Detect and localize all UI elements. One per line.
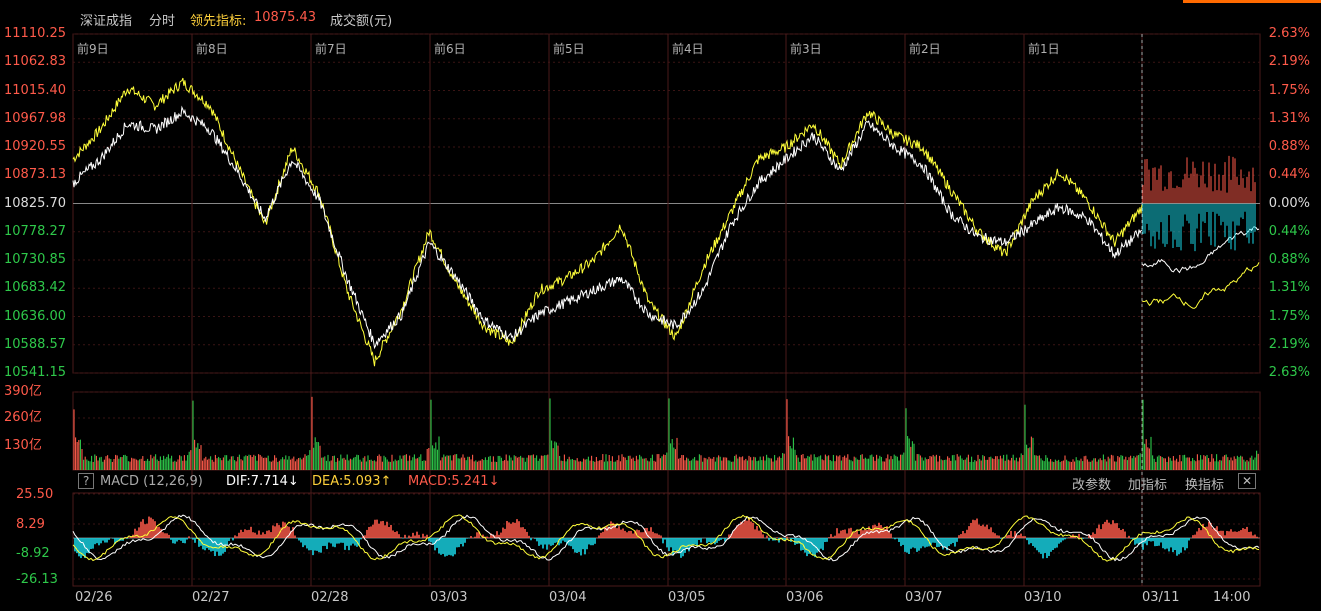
macd-tick-label: -26.13 — [16, 572, 58, 587]
price-tick-label: 10920.55 — [4, 139, 67, 154]
percent-tick-label: 0.44% — [1268, 223, 1310, 239]
day-label: 前8日 — [196, 42, 228, 56]
macd-title: MACD (12,26,9) — [100, 474, 203, 489]
date-tick-label: 14:00 — [1213, 590, 1251, 605]
percent-tick-label: 0.44% — [1268, 167, 1310, 183]
percent-tick-label: 0.00% — [1268, 195, 1310, 211]
volume-tick-label: 130亿 — [4, 438, 42, 453]
day-label: 前5日 — [553, 42, 585, 56]
switch-indicator-button[interactable]: 换指标 — [1185, 474, 1224, 493]
price-line-white — [72, 105, 1143, 350]
close-icon[interactable]: ✕ — [1238, 473, 1257, 489]
price-tick-label: 10967.98 — [4, 110, 67, 126]
date-tick-label: 02/26 — [75, 590, 113, 605]
price-tick-label: 10541.15 — [4, 365, 67, 380]
macd-tick-label: 8.29 — [16, 517, 45, 532]
intraday-chart[interactable] — [0, 0, 1321, 611]
change-params-button[interactable]: 改参数 — [1072, 474, 1111, 493]
day-label: 前4日 — [672, 42, 704, 56]
percent-tick-label: 2.63% — [1268, 26, 1310, 41]
percent-tick-label: 0.88% — [1268, 252, 1310, 267]
price-line-yellow — [72, 77, 1143, 367]
macd-dea: DEA:5.093↑ — [312, 474, 392, 489]
day-label: 前1日 — [1028, 42, 1060, 56]
date-tick-label: 03/11 — [1142, 590, 1180, 605]
price-tick-label: 10683.42 — [4, 280, 67, 296]
price-tick-label: 10778.27 — [4, 223, 67, 239]
macd-dif: DIF:7.714↓ — [226, 474, 299, 489]
date-tick-label: 03/05 — [668, 590, 706, 605]
date-tick-label: 02/27 — [192, 590, 230, 605]
price-tick-label: 10636.00 — [4, 308, 67, 324]
day-label: 前6日 — [434, 42, 466, 56]
percent-tick-label: 1.75% — [1268, 308, 1310, 324]
percent-tick-label: 1.31% — [1268, 110, 1310, 126]
percent-tick-label: 1.31% — [1268, 280, 1310, 296]
day-label: 前9日 — [77, 42, 109, 56]
macd-header: ? MACD (12,26,9) DIF:7.714↓ DEA:5.093↑ M… — [72, 471, 1260, 493]
add-indicator-button[interactable]: 加指标 — [1128, 474, 1167, 493]
macd-tick-label: 25.50 — [16, 487, 54, 502]
date-tick-label: 03/10 — [1024, 590, 1062, 605]
price-tick-label: 10825.70 — [4, 195, 67, 211]
percent-tick-label: 0.88% — [1268, 139, 1310, 154]
price-tick-label: 10873.13 — [4, 167, 67, 183]
day-label: 前7日 — [315, 42, 347, 56]
percent-tick-label: 2.63% — [1268, 365, 1310, 380]
date-tick-label: 03/07 — [905, 590, 943, 605]
price-tick-label: 10730.85 — [4, 252, 67, 267]
price-tick-label: 11062.83 — [4, 54, 67, 70]
price-tick-label: 11015.40 — [4, 82, 67, 98]
volume-tick-label: 390亿 — [4, 384, 42, 399]
date-tick-label: 02/28 — [311, 590, 349, 605]
macd-tick-label: -8.92 — [16, 546, 50, 561]
day-label: 前2日 — [909, 42, 941, 56]
percent-tick-label: 2.19% — [1268, 336, 1310, 352]
percent-tick-label: 1.75% — [1268, 82, 1310, 98]
help-button[interactable]: ? — [78, 473, 95, 489]
price-tick-label: 11110.25 — [4, 26, 67, 41]
percent-tick-label: 2.19% — [1268, 54, 1310, 70]
date-tick-label: 03/06 — [786, 590, 824, 605]
date-tick-label: 03/04 — [549, 590, 587, 605]
macd-value: MACD:5.241↓ — [408, 474, 500, 489]
date-tick-label: 03/03 — [430, 590, 468, 605]
volume-tick-label: 260亿 — [4, 410, 42, 425]
price-tick-label: 10588.57 — [4, 336, 67, 352]
day-label: 前3日 — [790, 42, 822, 56]
current-day-line — [1141, 262, 1260, 309]
